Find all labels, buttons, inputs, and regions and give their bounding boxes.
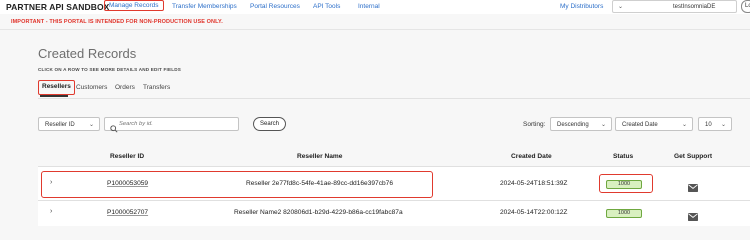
mail-icon[interactable]	[688, 179, 698, 197]
tab-resellers[interactable]: Resellers	[38, 80, 75, 95]
mail-icon[interactable]	[688, 208, 698, 226]
nav-internal[interactable]: Internal	[358, 3, 380, 10]
non-production-warning: IMPORTANT - THIS PORTAL IS INTENDED FOR …	[11, 19, 223, 25]
tab-transfers[interactable]: Transfers	[143, 84, 170, 91]
search-field[interactable]	[104, 117, 239, 133]
sort-order-value: Descending	[557, 122, 589, 128]
nav-transfer-memberships[interactable]: Transfer Memberships	[172, 3, 237, 10]
column-header-status: Status	[613, 153, 634, 160]
tab-orders[interactable]: Orders	[115, 84, 135, 91]
page-size-select[interactable]: 10 ⌄	[698, 117, 732, 131]
app-title: PARTNER API SANDBOX	[6, 2, 110, 12]
field-select[interactable]: Reseller ID ⌄	[38, 117, 100, 131]
page-size-value: 10	[705, 122, 712, 128]
highlight-box-row	[41, 171, 433, 198]
reseller-name: Reseller Name2 820806d1-b29d-4229-b86a-c…	[234, 209, 403, 216]
chevron-down-icon: ⌄	[618, 4, 624, 10]
tenant-select[interactable]: ⌄ testInsomniaDE	[612, 0, 737, 13]
highlight-box-status	[599, 174, 653, 193]
column-header-reseller-id: Reseller ID	[110, 153, 145, 160]
chevron-down-icon: ⌄	[88, 122, 94, 128]
expand-chevron-icon[interactable]: ›	[50, 208, 52, 215]
nav-portal-resources[interactable]: Portal Resources	[250, 3, 300, 10]
column-header-get-support: Get Support	[674, 153, 713, 160]
field-select-value: Reseller ID	[45, 122, 75, 128]
chevron-down-icon: ⌄	[600, 122, 606, 128]
created-date: 2024-05-24T18:51:39Z	[500, 180, 568, 187]
reseller-id[interactable]: P1000052707	[107, 209, 148, 216]
chevron-down-icon: ⌄	[720, 122, 726, 128]
chevron-down-icon: ⌄	[681, 122, 687, 128]
logout-button[interactable]: Lo	[741, 0, 750, 13]
page-subtitle: CLICK ON A ROW TO SEE MORE DETAILS AND E…	[38, 67, 182, 72]
sort-field-value: Created Date	[622, 122, 658, 128]
active-tab-underline	[40, 95, 68, 97]
my-distributors-link[interactable]: My Distributors	[560, 3, 603, 10]
sort-order-select[interactable]: Descending ⌄	[550, 117, 612, 131]
column-header-reseller-name: Reseller Name	[297, 153, 343, 160]
status-badge: 1000	[606, 209, 642, 218]
tab-customers[interactable]: Customers	[76, 84, 107, 91]
page-title: Created Records	[38, 46, 137, 61]
sort-field-select[interactable]: Created Date ⌄	[615, 117, 693, 131]
search-input[interactable]	[119, 119, 234, 129]
tabs-divider	[38, 98, 750, 99]
created-date: 2024-05-14T22:00:12Z	[500, 209, 568, 216]
nav-api-tools[interactable]: API Tools	[313, 3, 340, 10]
sorting-label: Sorting:	[523, 121, 546, 128]
column-header-created-date: Created Date	[511, 153, 552, 160]
search-button[interactable]: Search	[253, 117, 286, 131]
search-icon	[110, 120, 118, 138]
tenant-value: testInsomniaDE	[673, 4, 716, 10]
nav-manage-records[interactable]: Manage Records	[104, 0, 164, 11]
header-divider	[0, 29, 750, 30]
